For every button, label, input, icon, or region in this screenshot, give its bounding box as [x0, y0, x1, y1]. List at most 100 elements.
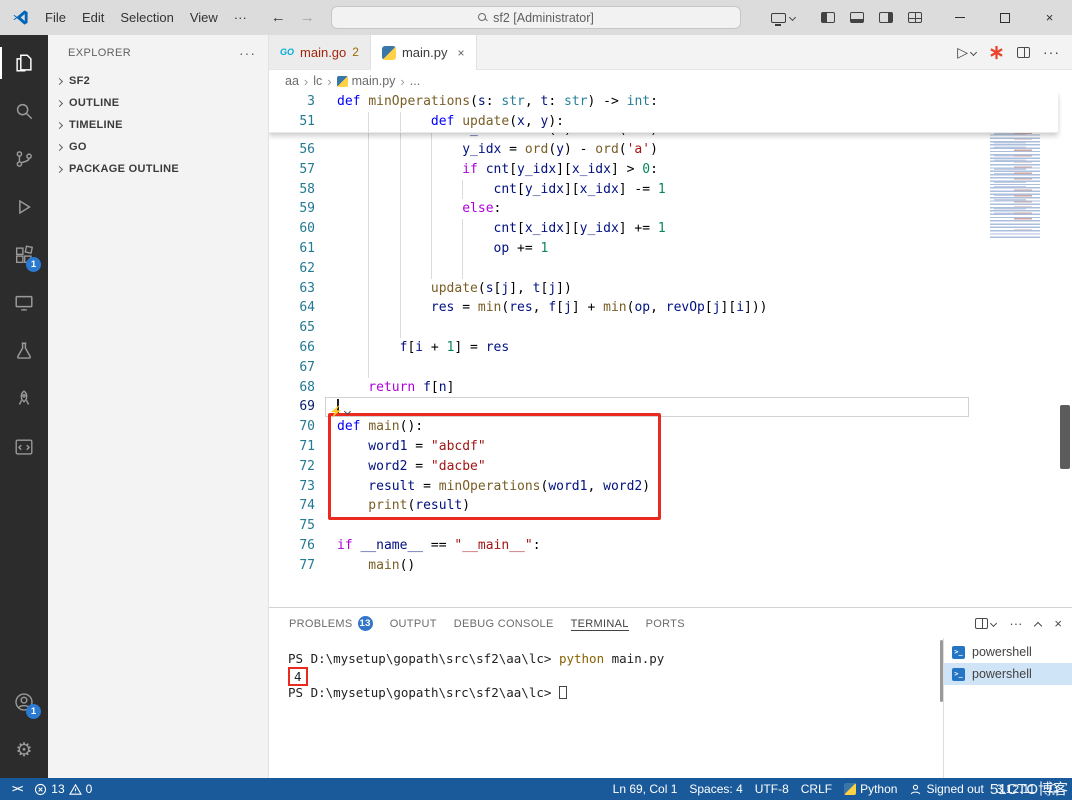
- explorer-icon[interactable]: [0, 39, 48, 87]
- eol-indicator[interactable]: CRLF: [795, 782, 838, 796]
- minimize-button[interactable]: [937, 0, 982, 35]
- tab-main-py[interactable]: main.py ×: [371, 35, 477, 70]
- toggle-panel-icon[interactable]: [850, 12, 864, 23]
- close-button[interactable]: ×: [1027, 0, 1072, 35]
- editor-group: GO main.go 2 main.py × ▷ ···: [269, 35, 1072, 778]
- panel-tab-terminal[interactable]: TERMINAL: [571, 618, 629, 631]
- code-line-68[interactable]: 68return f[n]: [269, 378, 969, 398]
- accounts-icon[interactable]: 1: [0, 678, 48, 726]
- code-line-56[interactable]: 56y_idx = ord(y) - ord('a'): [269, 140, 969, 160]
- python-version-indicator[interactable]: 3.12.11: [990, 782, 1041, 796]
- editor-more-actions-icon[interactable]: ···: [1043, 44, 1060, 60]
- panel-tab-debug-console[interactable]: DEBUG CONSOLE: [454, 618, 554, 631]
- code-line-77[interactable]: 77main(): [269, 556, 969, 576]
- code-line-76[interactable]: 76if __name__ == "__main__":: [269, 536, 969, 556]
- code-line-67[interactable]: 67: [269, 358, 969, 378]
- explorer-section-go[interactable]: GO: [48, 136, 268, 158]
- vscode-logo-icon: [12, 9, 29, 26]
- code-line-60[interactable]: 60cnt[x_idx][y_idx] += 1: [269, 219, 969, 239]
- language-indicator[interactable]: Python: [838, 782, 903, 796]
- accounts-badge: 1: [26, 704, 41, 719]
- code-line-59[interactable]: 59else:: [269, 199, 969, 219]
- menu-view[interactable]: View: [182, 6, 226, 29]
- testing-flask-icon[interactable]: [0, 327, 48, 375]
- terminal[interactable]: PS D:\mysetup\gopath\src\sf2\aa\lc> pyth…: [269, 638, 943, 778]
- menu-selection[interactable]: Selection: [112, 6, 181, 29]
- toggle-secondary-sidebar-icon[interactable]: [879, 12, 893, 23]
- remote-indicator[interactable]: ><: [6, 783, 28, 795]
- close-panel-icon[interactable]: ×: [1054, 616, 1062, 631]
- code-line-71[interactable]: 71word1 = "abcdf": [269, 437, 969, 457]
- code-line-3[interactable]: 3def minOperations(s: str, t: str) -> in…: [269, 92, 1058, 112]
- breadcrumb-item[interactable]: ...: [410, 74, 420, 88]
- code-line-75[interactable]: 75: [269, 516, 969, 536]
- settings-gear-icon[interactable]: ⚙: [0, 726, 48, 774]
- code-line-57[interactable]: 57if cnt[y_idx][x_idx] > 0:: [269, 160, 969, 180]
- device-dropdown-icon[interactable]: [771, 13, 795, 23]
- editor-scrollbar-thumb[interactable]: [1060, 405, 1070, 469]
- notifications-bell-icon[interactable]: [1041, 783, 1066, 796]
- explorer-section-package-outline[interactable]: PACKAGE OUTLINE: [48, 158, 268, 180]
- account-status[interactable]: Signed out: [903, 782, 989, 796]
- tab-main-go[interactable]: GO main.go 2: [269, 35, 371, 69]
- terminal-list-item[interactable]: >_powershell: [944, 663, 1072, 685]
- code-line-61[interactable]: 61op += 1: [269, 239, 969, 259]
- menu-overflow-icon[interactable]: ···: [226, 6, 255, 29]
- terminal-layout-icon[interactable]: [975, 618, 996, 629]
- command-center-search[interactable]: sf2 [Administrator]: [331, 6, 741, 29]
- code-action-lightning-icon[interactable]: ⚡: [329, 405, 350, 418]
- code-line-70[interactable]: 70def main():: [269, 417, 969, 437]
- maximize-button[interactable]: [982, 0, 1027, 35]
- extension-star-icon[interactable]: [989, 45, 1004, 60]
- rocket-icon[interactable]: [0, 375, 48, 423]
- remote-explorer-icon[interactable]: [0, 279, 48, 327]
- code-editor[interactable]: 56y_idx = ord(y) - ord('a')57if cnt[y_id…: [269, 92, 1072, 607]
- search-icon[interactable]: [0, 87, 48, 135]
- menu-edit[interactable]: Edit: [74, 6, 112, 29]
- code-line-73[interactable]: 73result = minOperations(word1, word2): [269, 477, 969, 497]
- maximize-panel-icon[interactable]: [1035, 618, 1041, 629]
- run-python-file-button[interactable]: ▷: [957, 45, 976, 59]
- customize-layout-icon[interactable]: [908, 12, 922, 23]
- source-control-icon[interactable]: [0, 135, 48, 183]
- code-line-65[interactable]: 65: [269, 318, 969, 338]
- run-debug-icon[interactable]: [0, 183, 48, 231]
- code-window-icon[interactable]: [0, 423, 48, 471]
- extensions-icon[interactable]: 1: [0, 231, 48, 279]
- breadcrumb-item[interactable]: aa: [285, 74, 299, 88]
- breadcrumb-item[interactable]: main.py: [337, 74, 396, 88]
- panel-more-actions-icon[interactable]: ···: [1009, 616, 1022, 631]
- explorer-section-sf2[interactable]: SF2: [48, 70, 268, 92]
- bottom-panel: PROBLEMS13 OUTPUT DEBUG CONSOLE TERMINAL POR…: [269, 607, 1072, 778]
- menu-file[interactable]: File: [37, 6, 74, 29]
- panel-tab-problems[interactable]: PROBLEMS13: [289, 616, 373, 632]
- terminal-scrollbar-thumb[interactable]: [940, 640, 943, 702]
- code-line-66[interactable]: 66f[i + 1] = res: [269, 338, 969, 358]
- explorer-section-timeline[interactable]: TIMELINE: [48, 114, 268, 136]
- explorer-section-outline[interactable]: OUTLINE: [48, 92, 268, 114]
- indentation-indicator[interactable]: Spaces: 4: [683, 782, 748, 796]
- code-line-74[interactable]: 74print(result): [269, 496, 969, 516]
- tab-label: main.py: [402, 45, 448, 60]
- code-line-69[interactable]: 69: [269, 397, 969, 417]
- close-tab-icon[interactable]: ×: [457, 46, 464, 60]
- breadcrumb-item[interactable]: lc: [313, 74, 322, 88]
- code-line-72[interactable]: 72word2 = "dacbe": [269, 457, 969, 477]
- toggle-sidebar-icon[interactable]: [821, 12, 835, 23]
- code-line-55[interactable]: 55x_idx = ord(x) - ord('a'): [269, 133, 969, 140]
- code-line-62[interactable]: 62: [269, 259, 969, 279]
- code-line-58[interactable]: 58cnt[y_idx][x_idx] -= 1: [269, 180, 969, 200]
- terminal-list-item[interactable]: >_powershell: [944, 641, 1072, 663]
- panel-tab-ports[interactable]: PORTS: [646, 618, 685, 631]
- encoding-indicator[interactable]: UTF-8: [749, 782, 795, 796]
- explorer-sidebar: EXPLORER ··· SF2OUTLINETIMELINEGOPACKAGE…: [48, 35, 269, 778]
- code-line-64[interactable]: 64res = min(res, f[j] + min(op, revOp[j]…: [269, 298, 969, 318]
- back-arrow-icon[interactable]: ←: [271, 9, 286, 26]
- problems-status[interactable]: 13 0: [28, 782, 98, 796]
- explorer-more-actions-icon[interactable]: ···: [239, 45, 256, 61]
- panel-tab-output[interactable]: OUTPUT: [390, 618, 437, 631]
- code-line-51[interactable]: 51def update(x, y):: [269, 112, 1058, 132]
- line-col-indicator[interactable]: Ln 69, Col 1: [607, 782, 684, 796]
- split-editor-icon[interactable]: [1017, 47, 1030, 58]
- code-line-63[interactable]: 63update(s[j], t[j]): [269, 279, 969, 299]
